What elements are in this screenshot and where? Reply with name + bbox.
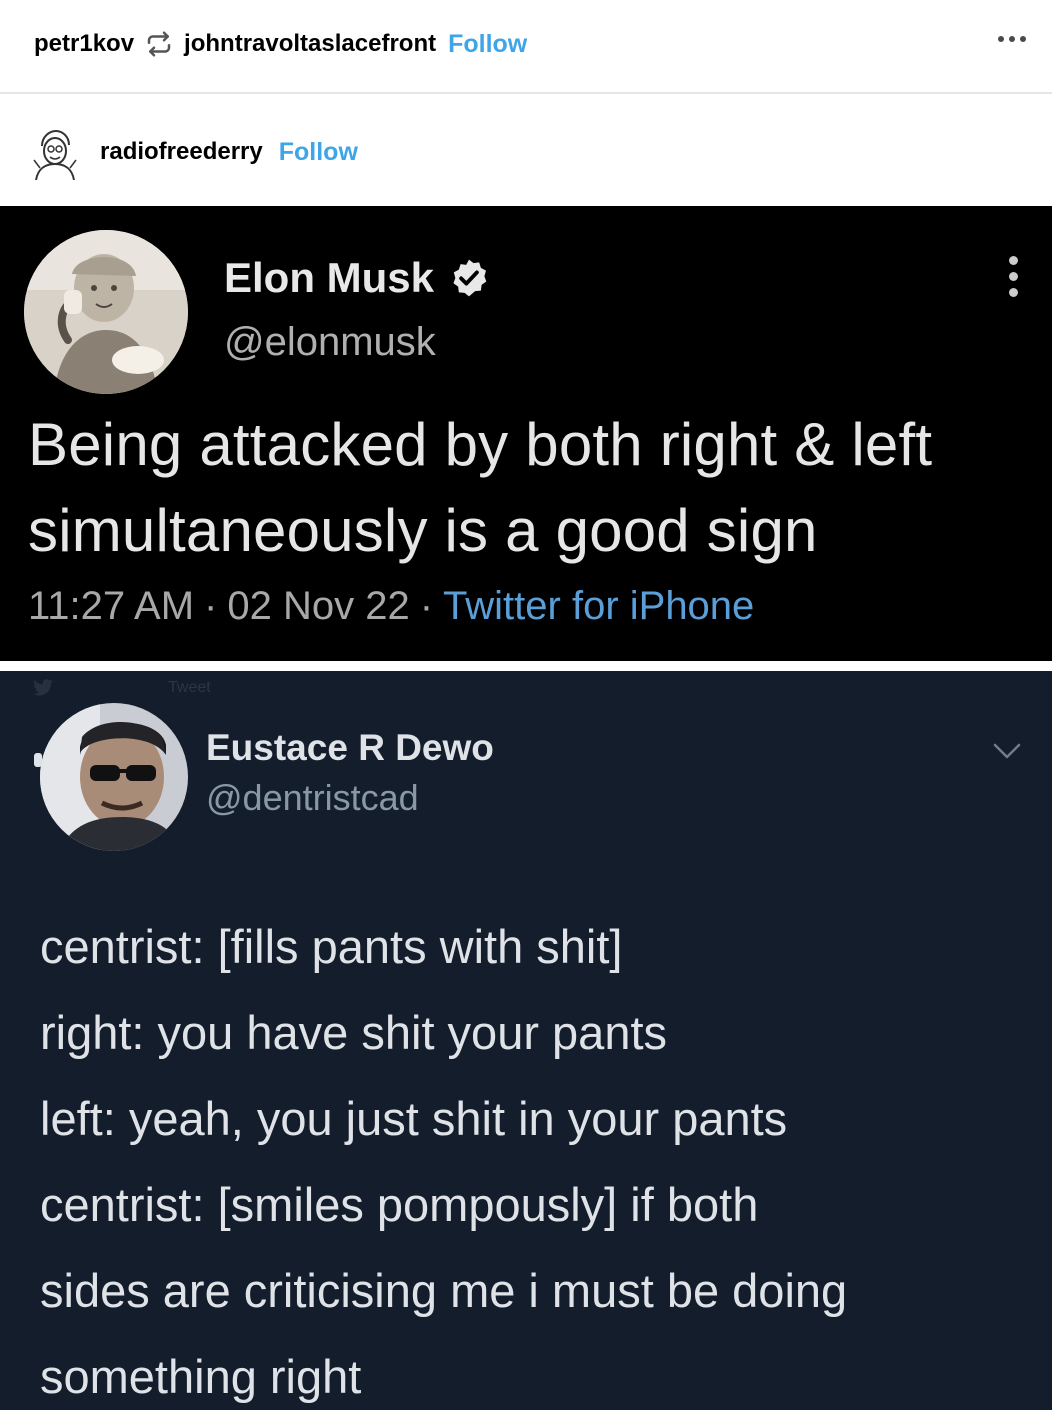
tweet2-line: sides are criticising me i must be doing bbox=[40, 1264, 848, 1317]
tweet1-date: 02 Nov 22 bbox=[227, 584, 410, 628]
tweet1-name-row: Elon Musk bbox=[224, 254, 490, 302]
original-poster-username[interactable]: johntravoltaslacefront bbox=[184, 30, 436, 58]
tweet2-line: right: you have shit your pants bbox=[40, 1006, 668, 1059]
reblog-icon bbox=[144, 29, 174, 59]
tweet-screenshot-eustace: Tweet Eustace R Dewo @dentristcad centri… bbox=[0, 671, 1052, 1410]
tweet2-text: centrist: [fills pants with shit] right:… bbox=[40, 904, 1030, 1420]
reblogger-username[interactable]: petr1kov bbox=[34, 30, 134, 58]
tweet2-line: something right bbox=[40, 1350, 362, 1403]
source-avatar[interactable] bbox=[26, 124, 82, 181]
post-header: petr1kov johntravoltaslacefront Follow bbox=[0, 0, 1052, 94]
tweet2-handle[interactable]: @dentristcad bbox=[206, 777, 419, 819]
tweet1-meta: 11:27 AM · 02 Nov 22 · Twitter for iPhone bbox=[28, 584, 754, 629]
tweet2-line: centrist: [fills pants with shit] bbox=[40, 920, 623, 973]
chevron-down-icon[interactable] bbox=[992, 741, 1022, 761]
tweet1-handle[interactable]: @elonmusk bbox=[224, 320, 436, 365]
verified-badge-icon bbox=[448, 257, 490, 299]
faded-twitter-bird-icon bbox=[33, 679, 53, 696]
source-row: radiofreederry Follow bbox=[26, 124, 358, 181]
reblog-row: petr1kov johntravoltaslacefront Follow bbox=[34, 26, 527, 62]
tumblr-post: petr1kov johntravoltaslacefront Follow r… bbox=[0, 0, 1052, 1410]
follow-button[interactable]: Follow bbox=[448, 30, 527, 59]
source-username[interactable]: radiofreederry bbox=[100, 138, 263, 166]
meta-separator: · bbox=[419, 584, 434, 628]
tweet1-author-name[interactable]: Elon Musk bbox=[224, 254, 434, 302]
faded-tweet-label: Tweet bbox=[168, 679, 211, 696]
source-follow-button[interactable]: Follow bbox=[279, 138, 358, 167]
tweet1-more-icon[interactable] bbox=[1009, 256, 1018, 297]
more-options-icon[interactable] bbox=[998, 36, 1026, 42]
elon-avatar bbox=[24, 230, 188, 394]
tweet2-author-name[interactable]: Eustace R Dewo bbox=[206, 727, 494, 769]
tweet2-line: centrist: [smiles pompously] if both bbox=[40, 1178, 759, 1231]
meta-separator: · bbox=[204, 584, 218, 628]
image-divider bbox=[0, 661, 1052, 671]
tweet1-source-link[interactable]: Twitter for iPhone bbox=[443, 584, 754, 628]
tweet-screenshot-elon: Elon Musk @elonmusk Being attacked by bo… bbox=[0, 206, 1052, 661]
tweet1-text: Being attacked by both right & left simu… bbox=[28, 411, 933, 564]
tweet1-time: 11:27 AM bbox=[28, 584, 195, 628]
eustace-avatar bbox=[40, 703, 188, 851]
tweet2-line: left: yeah, you just shit in your pants bbox=[40, 1092, 788, 1145]
